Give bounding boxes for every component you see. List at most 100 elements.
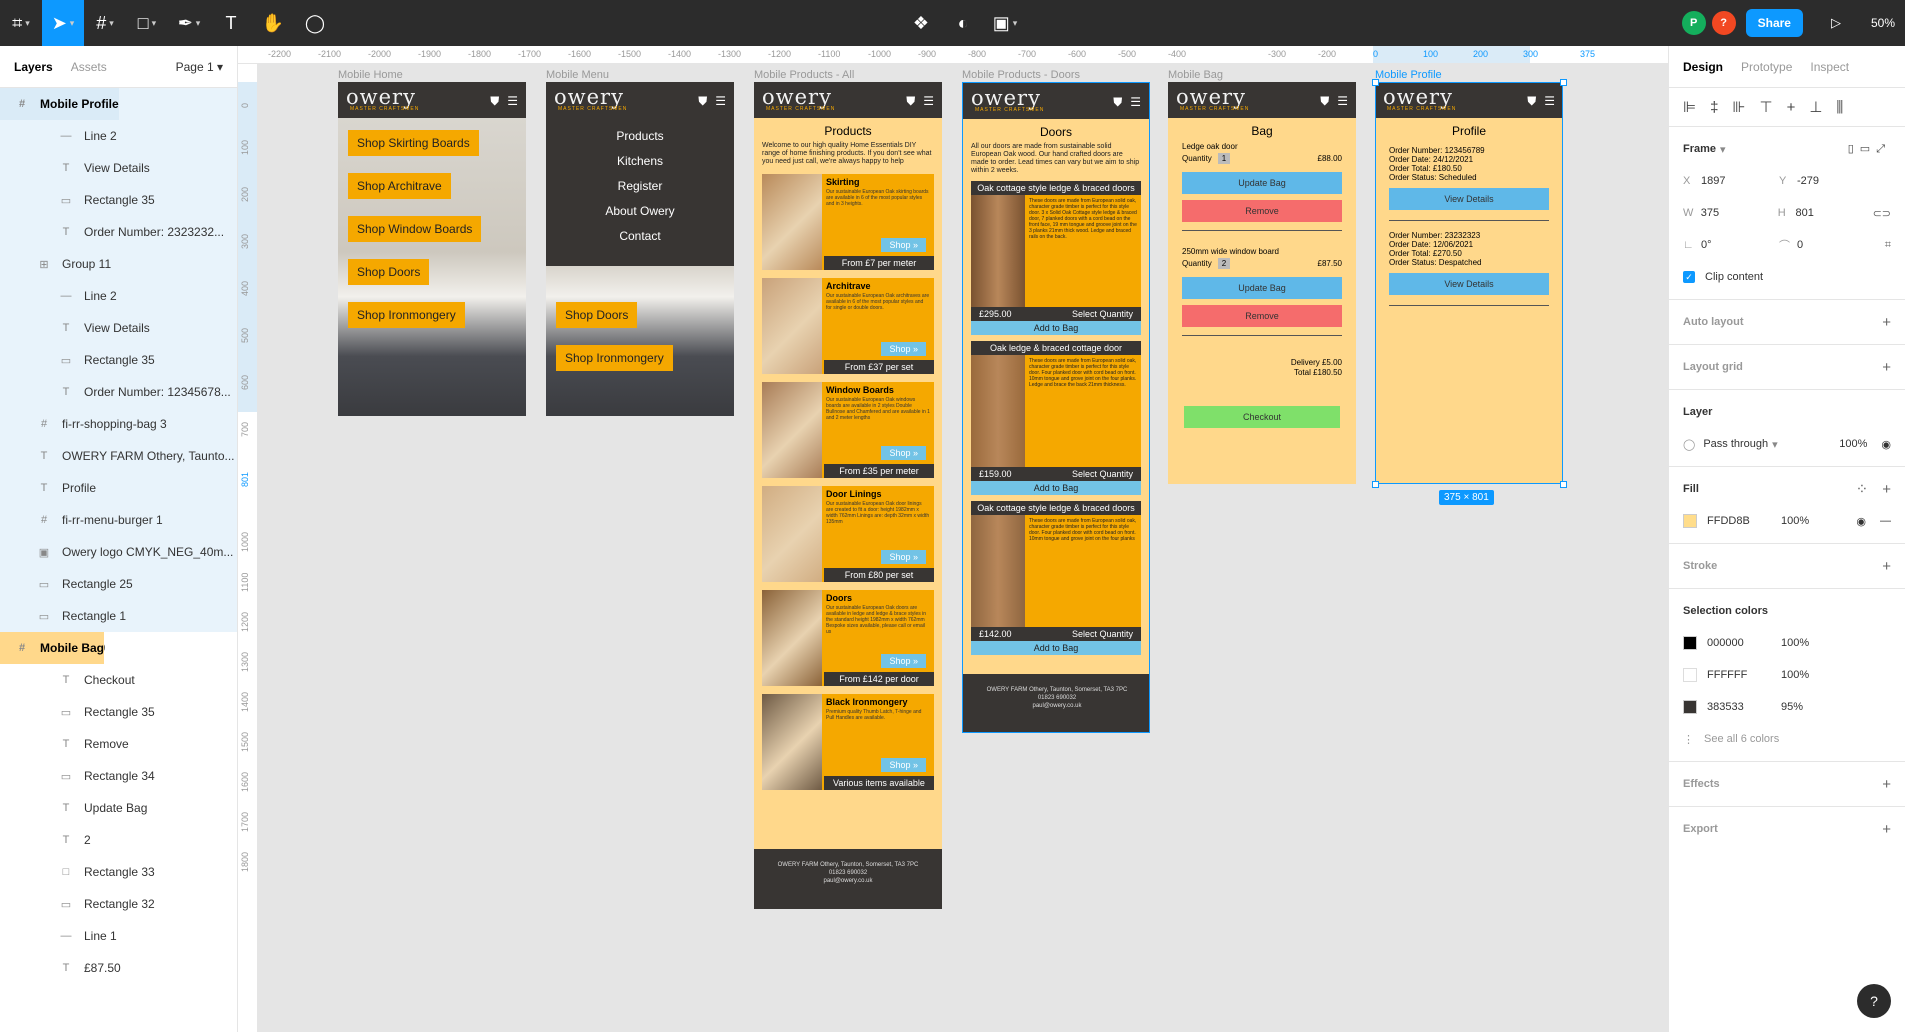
layer-row[interactable]: ▣ Owery logo CMYK_NEG_40m... [0,536,237,568]
frame-label-bag[interactable]: Mobile Bag [1168,69,1223,81]
nav-menu-item[interactable]: Contact [546,224,734,249]
product-card[interactable]: Doors Our sustainable European Oak doors … [762,590,934,686]
layer-row[interactable]: T Update Bag [0,792,237,824]
share-button[interactable]: Share [1745,9,1803,37]
layer-row[interactable]: T OWERY FARM Othery, Taunto... [0,440,237,472]
layer-row[interactable]: ▭ Rectangle 35 [0,696,237,728]
zoom-level[interactable]: 50% [1871,16,1895,30]
layer-row[interactable]: ▭ Rectangle 34 [0,760,237,792]
frame-mobile-home[interactable]: owery MASTER CRAFTSMEN ⛊ ☰ Shop Skirting … [338,82,526,416]
shop-category-button[interactable]: Shop Ironmongery [348,302,465,328]
resize-handle[interactable] [1372,481,1379,488]
layer-row[interactable]: # Mobile Bag [0,632,105,664]
layer-row[interactable]: ▭ Rectangle 32 [0,888,237,920]
frame-label-menu[interactable]: Mobile Menu [546,69,609,81]
boolean-icon[interactable]: ▣ ▾ [984,0,1026,46]
quantity-stepper[interactable]: 2 [1217,258,1231,269]
tab-design[interactable]: Design [1683,60,1723,74]
shop-button[interactable]: Shop » [881,238,926,252]
main-menu-icon[interactable]: ⌗ ▾ [0,0,42,46]
shop-category-button[interactable]: Shop Window Boards [348,216,482,242]
quantity-stepper[interactable]: 1 [1217,153,1231,164]
see-all-colors-link[interactable]: See all 6 colors [1704,733,1779,745]
shop-button[interactable]: Shop » [881,342,926,356]
corner-icon[interactable]: ⌗ [1885,239,1891,252]
align-right-icon[interactable]: ⊪ [1732,98,1745,116]
frame-mobile-menu[interactable]: Shop Doors Shop Ironmongery owery MASTER … [546,82,734,416]
frame-label-profile[interactable]: Mobile Profile [1375,69,1442,81]
orientation-icons[interactable]: ▯▭⤢ [1848,142,1891,156]
shop-category-button[interactable]: Shop Ironmongery [556,345,673,371]
tab-inspect[interactable]: Inspect [1810,60,1849,74]
frame-label-home[interactable]: Mobile Home [338,69,403,81]
layer-row[interactable]: T Remove [0,728,237,760]
eye-icon[interactable]: ◉ [1856,515,1866,528]
layer-row[interactable]: ▭ Rectangle 35 [0,344,237,376]
avatar[interactable]: ? [1711,11,1736,35]
layer-row[interactable]: T2 [0,824,237,856]
resize-handle[interactable] [1560,79,1567,86]
add-icon[interactable]: + [1882,776,1891,793]
layer-row[interactable]: T View Details [0,152,237,184]
help-button[interactable]: ? [1857,984,1891,1018]
distribute-icon[interactable]: ⫼ [1836,99,1843,116]
nav-menu-item[interactable]: Kitchens [546,149,734,174]
tab-prototype[interactable]: Prototype [1741,60,1792,74]
layer-row[interactable]: ▭ Rectangle 1 [0,600,237,632]
resize-handle[interactable] [1372,79,1379,86]
frame-dropdown[interactable]: Frame [1683,143,1716,155]
nav-menu-item[interactable]: Register [546,174,734,199]
add-to-bag-button[interactable]: Add to Bag [971,641,1141,655]
layer-row[interactable]: — Line 2 [0,280,237,312]
add-icon[interactable]: + [1882,558,1891,575]
fill-swatch[interactable] [1683,514,1697,528]
shop-button[interactable]: Shop » [881,550,926,564]
radius-input[interactable]: 0 [1797,239,1875,251]
canvas[interactable]: Mobile Home owery MASTER CRAFTSMEN ⛊ ☰ Sh… [258,64,1668,1032]
frame-label-doors[interactable]: Mobile Products - Doors [962,69,1080,81]
fill-opacity[interactable]: 100% [1781,515,1809,527]
layer-row[interactable]: — Line 1 [0,920,237,952]
product-card[interactable]: Black Ironmongery Premium quality Thumb L… [762,694,934,790]
shop-category-button[interactable]: Shop Architrave [348,173,451,199]
styles-icon[interactable]: ⁘ [1856,480,1869,498]
color-row[interactable]: 000000 100% [1669,627,1905,659]
frame-mobile-products[interactable]: owery MASTER CRAFTSMEN ⛊ ☰ Products Welco… [754,82,942,909]
layer-row[interactable]: — Line 2 [0,120,237,152]
y-input[interactable]: -279 [1797,175,1875,187]
layer-row[interactable]: # Mobile Profile [0,88,119,120]
frame-label-products[interactable]: Mobile Products - All [754,69,854,81]
product-card[interactable]: Door Linings Our sustainable European Oak… [762,486,934,582]
shop-button[interactable]: Shop » [881,758,926,772]
shop-button[interactable]: Shop » [881,654,926,668]
color-row[interactable]: 383533 95% [1669,691,1905,723]
shop-category-button[interactable]: Shop Skirting Boards [348,130,479,156]
hand-tool-icon[interactable]: ✋ [252,0,294,46]
add-to-bag-button[interactable]: Add to Bag [971,481,1141,495]
tab-layers[interactable]: Layers [14,60,53,74]
fill-hex[interactable]: FFDD8B [1707,515,1781,527]
layer-row[interactable]: # fi-rr-menu-burger 1 [0,504,237,536]
resize-handle[interactable] [1560,481,1567,488]
constrain-icon[interactable]: ⊂⊃ [1873,207,1891,220]
align-top-icon[interactable]: ⊤ [1760,98,1773,116]
align-center-icon[interactable]: ‡ [1710,99,1718,116]
layer-row[interactable]: T Checkout [0,664,237,696]
remove-button[interactable]: Remove [1182,305,1342,327]
mask-icon[interactable]: ◐ [942,0,984,46]
add-icon[interactable]: + [1882,314,1891,331]
opacity-input[interactable]: 100% [1839,438,1867,450]
clip-checkbox[interactable]: ✓ [1683,271,1695,283]
layer-row[interactable]: T Profile [0,472,237,504]
layer-row[interactable]: T View Details [0,312,237,344]
layer-row[interactable]: T Order Number: 2323232... [0,216,237,248]
add-icon[interactable]: + [1882,821,1891,838]
layer-row[interactable]: # fi-rr-shopping-bag 3 [0,408,237,440]
component-icon[interactable]: ❖ [900,0,942,46]
shop-button[interactable]: Shop » [881,446,926,460]
layer-row[interactable]: T Order Number: 12345678... [0,376,237,408]
layer-row[interactable]: T £87.50 [0,952,237,984]
h-input[interactable]: 801 [1796,207,1873,219]
present-icon[interactable]: ▷ [1815,0,1857,46]
shop-category-button[interactable]: Shop Doors [556,302,638,328]
